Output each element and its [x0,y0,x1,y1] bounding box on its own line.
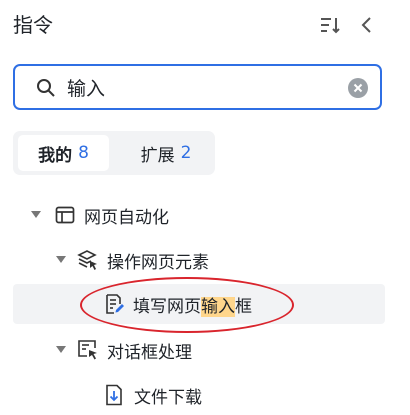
sort-icon[interactable] [318,13,342,37]
tree-node-fill-input[interactable]: 填写网页输入框 [13,284,385,324]
expand-caret-icon[interactable] [30,211,42,219]
tree-node-dialog[interactable]: 对话框处理 [55,330,385,370]
tree-node-label: 操作网页元素 [107,252,209,273]
tab-mine-label: 我的 [38,145,73,166]
tab-extensions-count: 2 [180,143,192,163]
tree-node-label: 网页自动化 [84,207,169,228]
tab-extensions-label: 扩展 [140,145,175,166]
tab-mine-count: 8 [78,143,89,163]
tree-node-file-download[interactable]: 文件下载 [103,375,385,415]
search-icon [37,79,55,97]
tree-node-label: 文件下载 [134,387,202,408]
layers-cursor-icon [77,249,99,271]
tree-node-label: 对话框处理 [107,342,192,363]
expand-caret-icon[interactable] [55,346,67,354]
chevron-left-icon[interactable] [355,13,379,37]
tree-node-label: 填写网页输入框 [133,292,252,317]
tab-mine[interactable]: 我的 8 [18,135,109,171]
tab-bar: 我的 8 扩展 2 [13,131,215,175]
file-download-icon [103,384,125,406]
search-match-highlight: 输入 [201,296,235,317]
label-prefix: 填写网页 [133,296,201,317]
panel-title: 指令 [13,13,53,37]
tree-node-web-automation[interactable]: 网页自动化 [30,195,385,235]
search-input[interactable] [67,72,347,102]
clear-search-icon[interactable] [348,78,368,98]
search-box[interactable] [13,64,382,110]
label-suffix: 框 [235,296,252,317]
edit-document-icon [103,293,125,315]
tab-extensions[interactable]: 扩展 2 [121,135,211,171]
browser-window-icon [54,204,76,226]
expand-caret-icon[interactable] [55,256,67,264]
tree-node-web-elements[interactable]: 操作网页元素 [55,240,385,280]
dialog-cursor-icon [77,339,99,361]
